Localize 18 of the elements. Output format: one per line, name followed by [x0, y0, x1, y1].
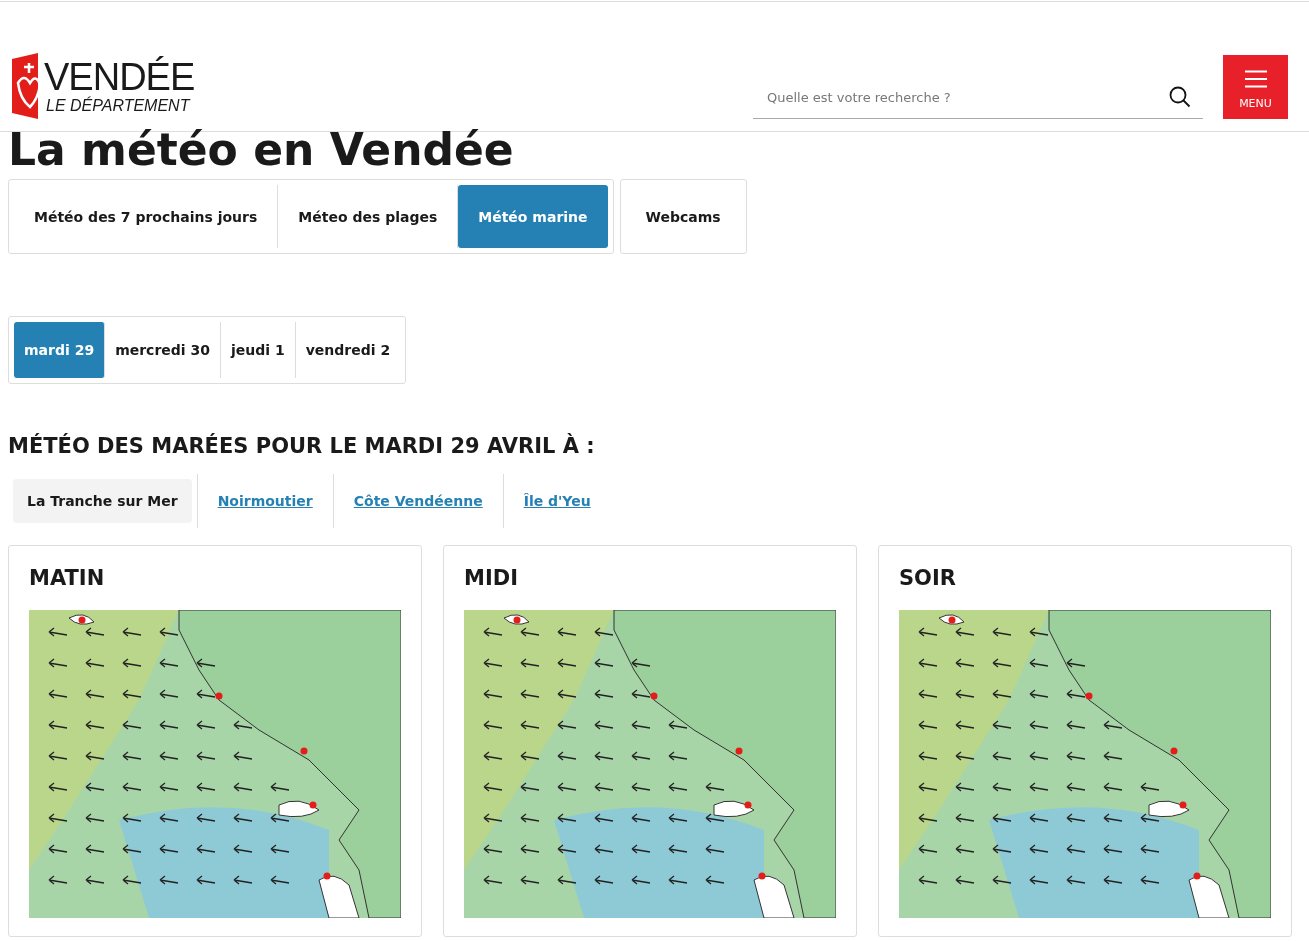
tab[interactable]: Météo marine	[458, 185, 608, 248]
card-title: MATIN	[29, 566, 106, 590]
card-title: MIDI	[464, 566, 519, 590]
section-heading: MÉTÉO DES MARÉES POUR LE MARDI 29 AVRIL À :	[8, 434, 596, 458]
logo-subtitle: LE DÉPARTEMENT	[46, 97, 192, 115]
location-link[interactable]: Île d'Yeu	[502, 474, 611, 528]
card-title: SOIR	[899, 566, 957, 590]
location-link[interactable]: Côte Vendéenne	[332, 474, 503, 528]
day-tab[interactable]: mardi 29	[14, 322, 106, 378]
menu-icon	[1244, 69, 1267, 88]
location-tab[interactable]: La Tranche sur Mer	[13, 479, 192, 523]
search-field[interactable]: Quelle est votre recherche ?	[765, 88, 1169, 106]
location-link[interactable]: Noirmoutier	[196, 474, 333, 528]
menu-button[interactable]: MENU	[1223, 55, 1288, 119]
search-icon[interactable]	[1169, 86, 1191, 108]
page-title: La météo en Vendée	[8, 125, 515, 175]
heart-logo-icon	[10, 53, 40, 119]
logo-title: VENDÉE	[44, 57, 195, 97]
